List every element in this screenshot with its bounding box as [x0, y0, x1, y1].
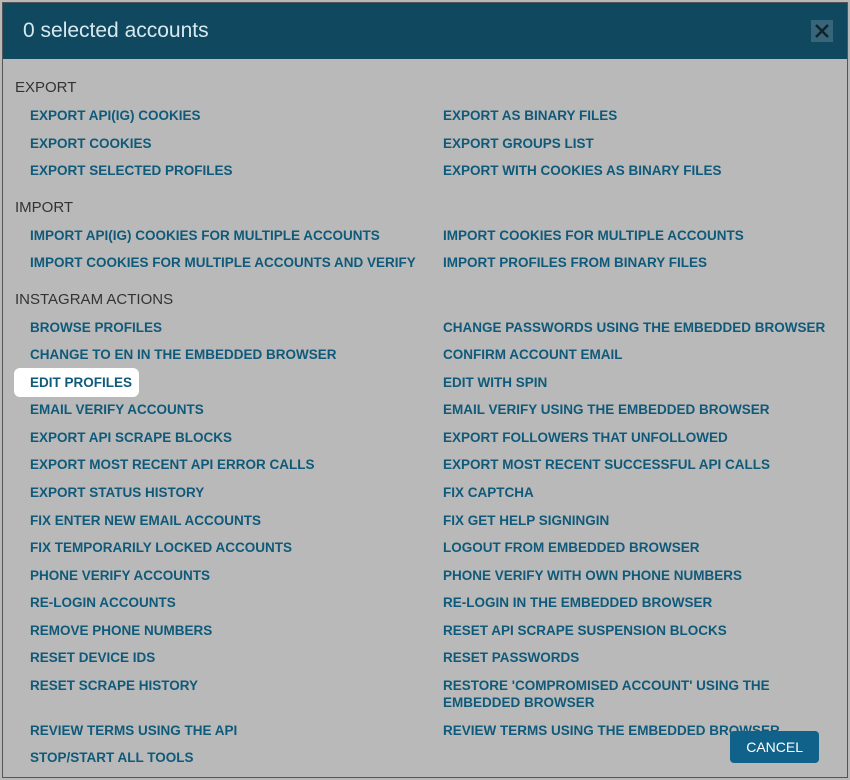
action-cell: FIX CAPTCHA	[428, 479, 841, 507]
action-cell: FIX ENTER NEW EMAIL ACCOUNTS	[15, 507, 428, 535]
action-cell: STOP/START ALL TOOLS	[15, 744, 428, 772]
footer: CANCEL	[730, 721, 847, 777]
action-item[interactable]: IMPORT COOKIES FOR MULTIPLE ACCOUNTS	[428, 222, 750, 250]
action-item[interactable]: EMAIL VERIFY USING THE EMBEDDED BROWSER	[428, 396, 776, 424]
action-cell: EXPORT FOLLOWERS THAT UNFOLLOWED	[428, 424, 841, 452]
action-item[interactable]: REVIEW TERMS USING THE API	[15, 717, 243, 745]
content-wrap: EXPORTEXPORT API(IG) COOKIES EXPORT AS BI…	[3, 59, 847, 777]
action-item[interactable]: CHANGE TO EN IN THE EMBEDDED BROWSER	[15, 341, 343, 369]
action-item[interactable]: EXPORT API SCRAPE BLOCKS	[15, 424, 238, 452]
action-cell: EXPORT MOST RECENT API ERROR CALLS	[15, 451, 428, 479]
action-cell: EDIT PROFILES	[15, 369, 428, 397]
action-item[interactable]: IMPORT API(IG) COOKIES FOR MULTIPLE ACCO…	[15, 222, 386, 250]
action-item[interactable]: RESET DEVICE IDS	[15, 644, 161, 672]
cancel-button[interactable]: CANCEL	[730, 731, 819, 763]
scroll-area[interactable]: EXPORTEXPORT API(IG) COOKIES EXPORT AS BI…	[3, 59, 847, 777]
action-item[interactable]: EDIT WITH SPIN	[428, 369, 553, 397]
action-cell: CHANGE TO EN IN THE EMBEDDED BROWSER	[15, 341, 428, 369]
action-cell: IMPORT API(IG) COOKIES FOR MULTIPLE ACCO…	[15, 222, 428, 250]
action-item[interactable]: EXPORT WITH COOKIES AS BINARY FILES	[428, 157, 728, 185]
action-item[interactable]: RESET PASSWORDS	[428, 644, 585, 672]
action-cell: IMPORT COOKIES FOR MULTIPLE ACCOUNTS	[428, 222, 841, 250]
action-item[interactable]: IMPORT PROFILES FROM BINARY FILES	[428, 249, 713, 277]
action-cell: RE-LOGIN ACCOUNTS	[15, 589, 428, 617]
section-header: IMPORT	[15, 185, 841, 222]
action-item[interactable]: EXPORT FOLLOWERS THAT UNFOLLOWED	[428, 424, 734, 452]
action-cell: EXPORT API(IG) COOKIES	[15, 102, 428, 130]
action-item[interactable]: PHONE VERIFY WITH OWN PHONE NUMBERS	[428, 562, 748, 590]
action-item[interactable]: RESET SCRAPE HISTORY	[15, 672, 204, 700]
action-cell: FIX GET HELP SIGNINGIN	[428, 507, 841, 535]
action-cell: EXPORT AS BINARY FILES	[428, 102, 841, 130]
action-item[interactable]: EXPORT COOKIES	[15, 130, 158, 158]
action-cell: RESET API SCRAPE SUSPENSION BLOCKS	[428, 617, 841, 645]
action-cell: REVIEW TERMS USING THE API	[15, 717, 428, 745]
action-item[interactable]: EXPORT MOST RECENT SUCCESSFUL API CALLS	[428, 451, 776, 479]
action-item[interactable]: FIX CAPTCHA	[428, 479, 540, 507]
titlebar: 0 selected accounts	[3, 3, 847, 59]
action-item[interactable]: EXPORT MOST RECENT API ERROR CALLS	[15, 451, 321, 479]
action-item[interactable]: IMPORT COOKIES FOR MULTIPLE ACCOUNTS AND…	[15, 249, 422, 277]
section-header: EXPORT	[15, 71, 841, 102]
dialog: 0 selected accounts EXPORTEXPORT API(IG)…	[2, 2, 848, 778]
action-item[interactable]: EMAIL VERIFY ACCOUNTS	[15, 396, 210, 424]
action-cell: EXPORT STATUS HISTORY	[15, 479, 428, 507]
action-cell: RE-LOGIN IN THE EMBEDDED BROWSER	[428, 589, 841, 617]
action-item[interactable]: EXPORT GROUPS LIST	[428, 130, 600, 158]
action-cell: IMPORT PROFILES FROM BINARY FILES	[428, 249, 841, 277]
action-item[interactable]: EXPORT SELECTED PROFILES	[15, 157, 239, 185]
action-item[interactable]: BROWSE PROFILES	[15, 314, 168, 342]
action-item[interactable]: RESET API SCRAPE SUSPENSION BLOCKS	[428, 617, 733, 645]
action-cell: BROWSE PROFILES	[15, 314, 428, 342]
action-item[interactable]: EXPORT AS BINARY FILES	[428, 102, 623, 130]
dialog-title: 0 selected accounts	[23, 19, 209, 43]
action-cell: FIX TEMPORARILY LOCKED ACCOUNTS	[15, 534, 428, 562]
section-header: FACEBOOK ACTIONS	[15, 772, 841, 777]
action-cell: RESET DEVICE IDS	[15, 644, 428, 672]
action-cell: EXPORT WITH COOKIES AS BINARY FILES	[428, 157, 841, 185]
action-item[interactable]: FIX GET HELP SIGNINGIN	[428, 507, 615, 535]
action-cell: RESTORE 'COMPROMISED ACCOUNT' USING THE …	[428, 672, 841, 717]
action-item[interactable]: CHANGE PASSWORDS USING THE EMBEDDED BROW…	[428, 314, 831, 342]
action-item[interactable]: RESTORE 'COMPROMISED ACCOUNT' USING THE …	[428, 672, 841, 717]
action-cell: EXPORT API SCRAPE BLOCKS	[15, 424, 428, 452]
action-cell: EXPORT GROUPS LIST	[428, 130, 841, 158]
action-grid: BROWSE PROFILES CHANGE PASSWORDS USING TH…	[15, 314, 841, 772]
action-item[interactable]: PHONE VERIFY ACCOUNTS	[15, 562, 216, 590]
action-item[interactable]: REMOVE PHONE NUMBERS	[15, 617, 218, 645]
action-cell: RESET PASSWORDS	[428, 644, 841, 672]
action-cell: EMAIL VERIFY ACCOUNTS	[15, 396, 428, 424]
section-header: INSTAGRAM ACTIONS	[15, 277, 841, 314]
action-cell: LOGOUT FROM EMBEDDED BROWSER	[428, 534, 841, 562]
action-cell: EMAIL VERIFY USING THE EMBEDDED BROWSER	[428, 396, 841, 424]
action-cell: REMOVE PHONE NUMBERS	[15, 617, 428, 645]
action-cell: PHONE VERIFY WITH OWN PHONE NUMBERS	[428, 562, 841, 590]
action-cell: PHONE VERIFY ACCOUNTS	[15, 562, 428, 590]
action-item[interactable]: RE-LOGIN ACCOUNTS	[15, 589, 182, 617]
action-cell: RESET SCRAPE HISTORY	[15, 672, 428, 717]
action-cell: EDIT WITH SPIN	[428, 369, 841, 397]
action-cell: IMPORT COOKIES FOR MULTIPLE ACCOUNTS AND…	[15, 249, 428, 277]
action-item[interactable]: FIX ENTER NEW EMAIL ACCOUNTS	[15, 507, 267, 535]
action-item[interactable]: FIX TEMPORARILY LOCKED ACCOUNTS	[15, 534, 298, 562]
action-item[interactable]: LOGOUT FROM EMBEDDED BROWSER	[428, 534, 706, 562]
action-item[interactable]: EXPORT STATUS HISTORY	[15, 479, 210, 507]
action-cell: CHANGE PASSWORDS USING THE EMBEDDED BROW…	[428, 314, 841, 342]
close-icon[interactable]	[811, 20, 833, 42]
action-item[interactable]: EXPORT API(IG) COOKIES	[15, 102, 207, 130]
action-cell: CONFIRM ACCOUNT EMAIL	[428, 341, 841, 369]
action-cell: EXPORT COOKIES	[15, 130, 428, 158]
action-cell: EXPORT SELECTED PROFILES	[15, 157, 428, 185]
action-grid: EXPORT API(IG) COOKIES EXPORT AS BINARY F…	[15, 102, 841, 185]
action-item[interactable]: RE-LOGIN IN THE EMBEDDED BROWSER	[428, 589, 718, 617]
action-grid: IMPORT API(IG) COOKIES FOR MULTIPLE ACCO…	[15, 222, 841, 277]
action-item[interactable]: STOP/START ALL TOOLS	[15, 744, 200, 772]
action-item[interactable]: EDIT PROFILES	[15, 369, 138, 397]
action-cell: EXPORT MOST RECENT SUCCESSFUL API CALLS	[428, 451, 841, 479]
action-item[interactable]: CONFIRM ACCOUNT EMAIL	[428, 341, 628, 369]
